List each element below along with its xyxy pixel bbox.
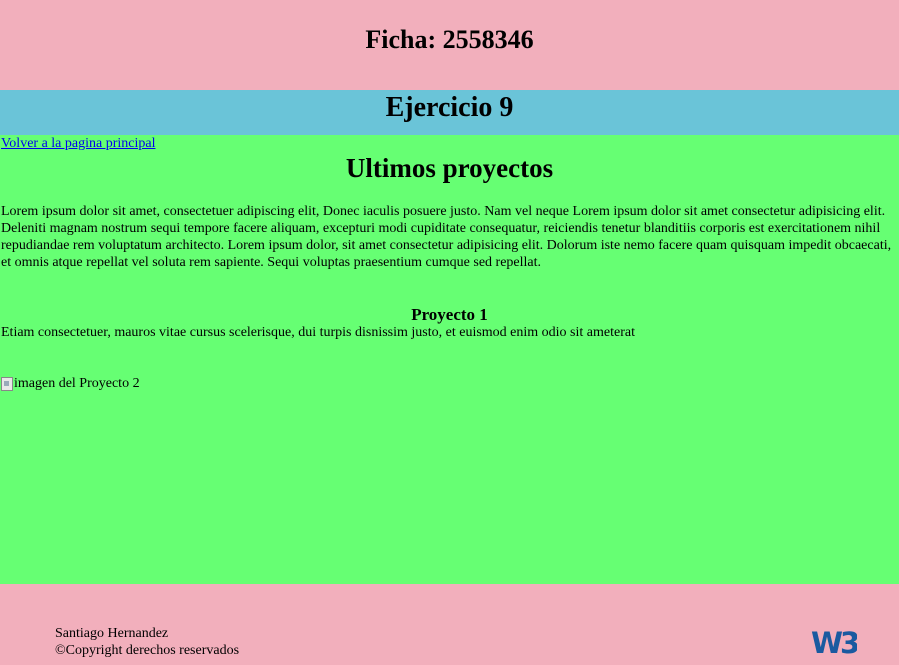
main-content: Volver a la pagina principal Ultimos pro…: [0, 135, 899, 584]
page-header: Ficha: 2558346: [0, 0, 899, 90]
project-description: Etiam consectetuer, mauros vitae cursus …: [1, 325, 635, 340]
intro-paragraph: Lorem ipsum dolor sit amet, consectetuer…: [1, 204, 892, 270]
w3c-logo-text: W3C: [811, 626, 857, 656]
ficha-title: Ficha: 2558346: [365, 25, 534, 54]
project-image-alt: imagen del Proyecto 2: [14, 376, 140, 391]
section-title: Ultimos proyectos: [345, 153, 554, 183]
project-image: imagen del Proyecto 2: [1, 376, 140, 392]
exercise-title: Ejercicio 9: [385, 92, 514, 123]
project-title: Proyecto 1: [411, 305, 488, 324]
page-footer: Santiago Hernandez ©Copyright derechos r…: [0, 584, 899, 665]
w3c-logo[interactable]: W3C: [811, 624, 857, 656]
back-to-home-link[interactable]: Volver a la pagina principal: [1, 136, 155, 152]
copyright-text: ©Copyright derechos reservados: [55, 643, 240, 658]
broken-image-icon: [1, 377, 13, 391]
exercise-header: Ejercicio 9: [0, 90, 899, 135]
author-name: Santiago Hernandez: [55, 626, 169, 641]
